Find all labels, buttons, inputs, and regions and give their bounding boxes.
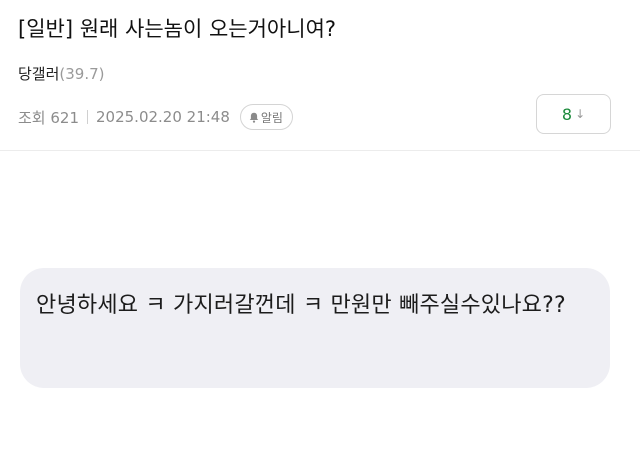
comment-count: 8 bbox=[561, 104, 573, 124]
post-content: 안녕하세요 ㅋ 가지러갈껀데 ㅋ 만원만 빼주실수있나요?? bbox=[0, 151, 640, 463]
author-score: (39.7) bbox=[59, 65, 105, 83]
message-text: 안녕하세요 ㅋ 가지러갈껀데 ㅋ 만원만 빼주실수있나요?? bbox=[36, 293, 566, 318]
author-name[interactable]: 당갤러 bbox=[18, 65, 59, 83]
message-bubble: 안녕하세요 ㅋ 가지러갈껀데 ㅋ 만원만 빼주실수있나요?? bbox=[20, 268, 610, 388]
post-header: [일반] 원래 사는놈이 오는거아니여? 당갤러(39.7) 조회 621 20… bbox=[0, 0, 640, 150]
bell-icon bbox=[249, 112, 259, 123]
arrow-down-icon: ↓ bbox=[575, 107, 586, 121]
meta-divider bbox=[87, 110, 88, 124]
view-count: 조회 621 bbox=[18, 108, 79, 127]
comment-count-button[interactable]: 8 ↓ bbox=[536, 94, 611, 134]
alarm-button[interactable]: 알림 bbox=[239, 104, 293, 130]
author-row: 당갤러(39.7) bbox=[18, 63, 105, 85]
post-meta: 조회 621 2025.02.20 21:48 알림 bbox=[18, 104, 293, 130]
post-title: [일반] 원래 사는놈이 오는거아니여? bbox=[18, 17, 337, 41]
post-datetime: 2025.02.20 21:48 bbox=[96, 108, 230, 126]
alarm-label: 알림 bbox=[260, 110, 283, 125]
